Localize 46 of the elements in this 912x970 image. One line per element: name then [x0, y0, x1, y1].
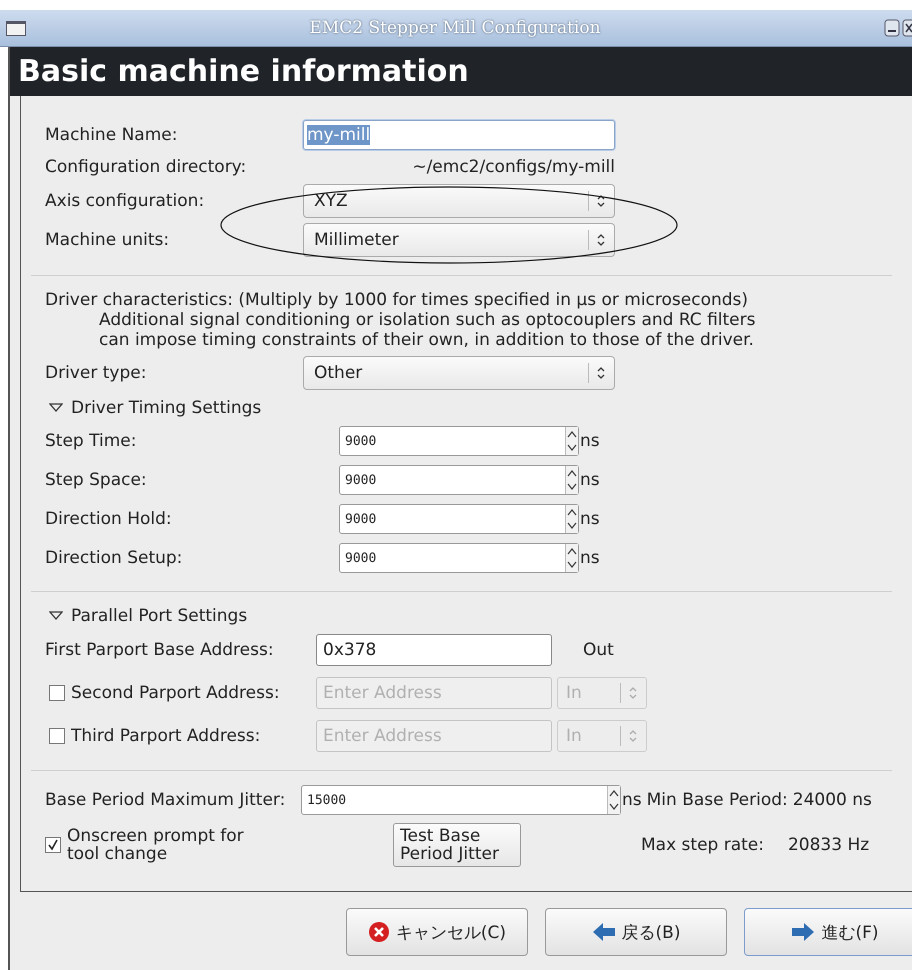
field-label: Step Time:	[45, 431, 138, 451]
window-title: EMC2 Stepper Mill Configuration	[308, 18, 602, 38]
field-label: Driver type:	[45, 362, 148, 385]
field-label: Direction Setup:	[45, 548, 184, 568]
spin-field[interactable]: 9000	[339, 543, 579, 573]
combo-box[interactable]: XYZ	[303, 184, 615, 218]
directory-path: ~/emc2/configs/my-mill	[411, 157, 615, 177]
back-button[interactable]: 戻る(B)	[545, 908, 727, 956]
field-label: Third Parport Address:	[71, 726, 260, 746]
field-label: First Parport Base Address:	[45, 640, 274, 660]
cancel-button[interactable]: キャンセル(C)	[346, 908, 528, 956]
test-jitter-button[interactable]: Test Base Period Jitter	[393, 823, 521, 867]
combo-box[interactable]: Other	[303, 356, 615, 390]
spin-field[interactable]: 9000	[339, 426, 579, 456]
field-label: Step Space:	[45, 470, 148, 490]
driver-note: can impose timing constraints of their own, in addition to those of the driver.	[98, 330, 755, 350]
driver-note: Driver characteristics: (Multiply by 1000 for times specified in µs or microseconds)	[45, 290, 750, 310]
spin-field[interactable]: 9000	[339, 465, 579, 495]
unit-label: ns	[621, 790, 642, 810]
min-base-period-value: 24000 ns	[792, 790, 872, 810]
direction-label: Out	[582, 640, 615, 660]
forward-button[interactable]: 進む(F)	[744, 908, 912, 956]
unit-label: ns	[579, 470, 600, 490]
unit-label: ns	[579, 548, 600, 568]
spin-field[interactable]: 9000	[339, 504, 579, 534]
min-base-period-label: Min Base Period:	[646, 790, 788, 810]
address-field[interactable]: 0x378	[316, 634, 552, 666]
max-step-rate-value: 20833 Hz	[788, 835, 870, 855]
field-label: Machine Name:	[45, 124, 178, 147]
field-label: Axis configuration:	[45, 190, 206, 213]
expander[interactable]: Parallel Port Settings	[49, 606, 912, 626]
field-label: Direction Hold:	[45, 509, 173, 529]
expander[interactable]: Driver Timing Settings	[49, 398, 912, 418]
field-label: Machine units:	[45, 229, 170, 252]
field-label: Second Parport Address:	[71, 683, 280, 703]
checkbox-label: Onscreen prompt for tool change	[67, 827, 245, 863]
field-label: Configuration directory:	[45, 156, 248, 179]
field-value: my-mill	[307, 125, 370, 145]
unit-label: ns	[579, 431, 600, 451]
max-step-rate-label: Max step rate:	[641, 835, 764, 855]
field-label: Base Period Maximum Jitter:	[45, 790, 286, 810]
unit-label: ns	[579, 509, 600, 529]
spin-field[interactable]: 15000	[301, 785, 621, 815]
page-title: Basic machine information	[18, 54, 469, 89]
driver-note: Additional signal conditioning or isolation such as optocouplers and RC filters	[98, 310, 756, 330]
combo-box[interactable]: Millimeter	[303, 223, 615, 257]
